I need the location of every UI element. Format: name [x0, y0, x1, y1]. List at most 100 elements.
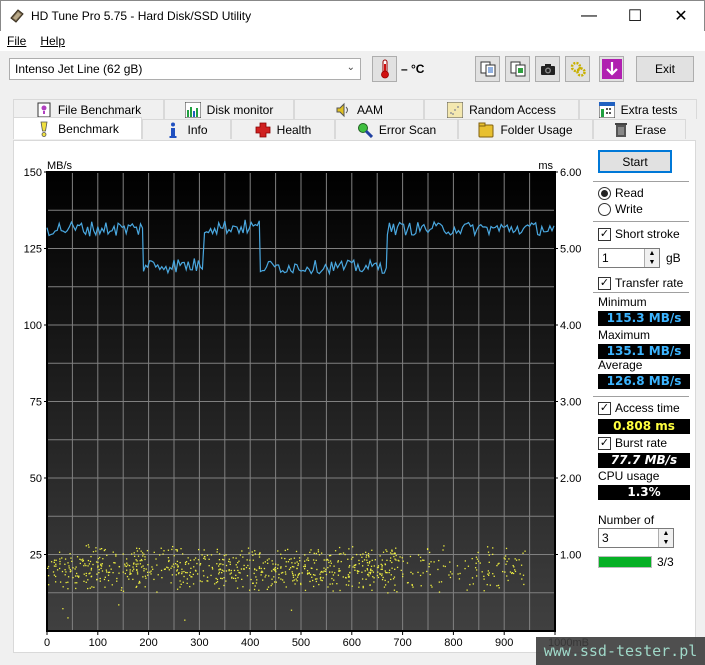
access-time-point [206, 554, 209, 556]
maximize-button[interactable]: ☐ [612, 1, 658, 31]
access-time-point [386, 550, 388, 553]
screenshot-button[interactable] [535, 56, 560, 82]
stepper-arrows[interactable]: ▲ ▼ [658, 529, 673, 547]
options-button[interactable] [565, 56, 590, 82]
tab-extra-tests[interactable]: Extra tests [579, 99, 697, 119]
tab-health[interactable]: Health [231, 119, 335, 139]
access-time-point [183, 570, 185, 573]
tab-aam[interactable]: AAM [294, 99, 424, 119]
access-time-point [326, 558, 328, 561]
access-time-point [384, 563, 386, 565]
tab-benchmark[interactable]: Benchmark [13, 117, 142, 139]
access-time-point [392, 578, 395, 580]
access-time-point [59, 567, 61, 570]
access-time-point [68, 567, 70, 569]
menu-file[interactable]: File [0, 34, 33, 48]
arrow-down-icon[interactable]: ▼ [645, 258, 659, 267]
hdtune-disk-icon [10, 9, 24, 23]
access-time-point [319, 577, 322, 579]
access-time-point [167, 557, 170, 559]
access-time-point [238, 560, 240, 562]
tab-file-benchmark[interactable]: File Benchmark [13, 99, 164, 119]
stepper-arrows[interactable]: ▲ ▼ [644, 249, 659, 267]
access-time-point [350, 558, 353, 560]
tab-random-access[interactable]: Random Access [424, 99, 579, 119]
access-time-point [116, 580, 118, 582]
burst-rate-checkbox[interactable]: ✓ Burst rate [598, 436, 667, 450]
access-time-point [176, 564, 178, 566]
write-radio[interactable]: Write [598, 202, 643, 216]
access-time-point [292, 580, 294, 582]
access-time-point [112, 571, 114, 574]
access-time-point [514, 558, 516, 560]
tab-folder-usage[interactable]: Folder Usage [458, 119, 593, 139]
read-radio[interactable]: Read [598, 186, 644, 200]
passes-stepper[interactable]: 3 ▲ ▼ [598, 528, 674, 548]
access-time-readout: 0.808 ms [598, 419, 690, 434]
short-stroke-stepper[interactable]: 1 ▲ ▼ [598, 248, 660, 268]
arrow-up-icon[interactable]: ▲ [659, 529, 673, 538]
arrow-down-icon[interactable]: ▼ [659, 538, 673, 547]
access-time-point [297, 564, 299, 567]
exit-button[interactable]: Exit [636, 56, 694, 82]
access-time-point [270, 584, 272, 587]
menu-help[interactable]: Help [33, 34, 72, 48]
access-time-checkbox[interactable]: ✓ Access time [598, 401, 680, 415]
access-time-point [507, 579, 509, 582]
access-time-point [195, 570, 197, 572]
arrow-up-icon[interactable]: ▲ [645, 249, 659, 258]
access-time-point [300, 583, 302, 586]
copy-info-button[interactable] [475, 56, 500, 82]
access-time-point [189, 571, 191, 574]
access-time-point [369, 573, 372, 575]
access-time-point [306, 570, 309, 572]
access-time-point [377, 576, 380, 579]
access-time-point [498, 562, 500, 565]
tab-disk-monitor[interactable]: Disk monitor [164, 99, 294, 119]
access-time-point [366, 561, 369, 564]
access-time-point [258, 553, 260, 556]
tab-erase[interactable]: Erase [593, 119, 686, 139]
radio-dot [598, 186, 611, 200]
save-button[interactable] [599, 56, 624, 82]
temperature-button[interactable] [372, 56, 397, 82]
close-button[interactable]: ✕ [658, 1, 704, 31]
access-time-point [431, 586, 433, 588]
radio-dot [598, 202, 611, 216]
access-time-point [356, 570, 359, 572]
minimize-button[interactable]: — [566, 1, 612, 31]
access-time-point [280, 572, 283, 574]
transfer-rate-checkbox[interactable]: ✓ Transfer rate [598, 276, 683, 290]
copy-screenshot-button[interactable] [505, 56, 530, 82]
short-stroke-checkbox[interactable]: ✓ Short stroke [598, 227, 680, 241]
x-tick-label: 100 [89, 637, 107, 649]
drive-select[interactable]: Intenso Jet Line (62 gB) ⌄ [9, 58, 361, 80]
access-time-point [223, 584, 225, 587]
access-time-point [141, 559, 143, 562]
access-time-point [294, 574, 297, 576]
access-time-point [381, 566, 383, 568]
access-time-point [411, 583, 413, 586]
access-time-point [518, 559, 520, 561]
access-time-point [309, 551, 311, 554]
access-time-point [420, 560, 422, 562]
access-time-point [201, 554, 203, 556]
access-time-point [422, 559, 424, 561]
start-button[interactable]: Start [598, 150, 672, 173]
passes-progress-bar [598, 556, 652, 568]
access-time-point [298, 573, 300, 575]
access-time-point [493, 575, 495, 577]
access-time-point [340, 553, 342, 555]
tab-info[interactable]: Info [142, 119, 231, 139]
access-time-point [438, 591, 441, 593]
tab-label: Random Access [469, 102, 556, 117]
benchmark-chart: 150 125 100 75 50 25 6.00 5.00 4.00 3.00 2.00 1.00 0… [24, 160, 589, 649]
access-time-point [361, 556, 363, 558]
access-time-point [370, 565, 373, 567]
tab-error-scan[interactable]: Error Scan [335, 119, 458, 139]
access-time-point [430, 584, 432, 587]
access-time-point [304, 564, 306, 566]
access-time-point [74, 575, 77, 577]
access-time-point [182, 581, 184, 583]
access-time-point [365, 556, 367, 558]
